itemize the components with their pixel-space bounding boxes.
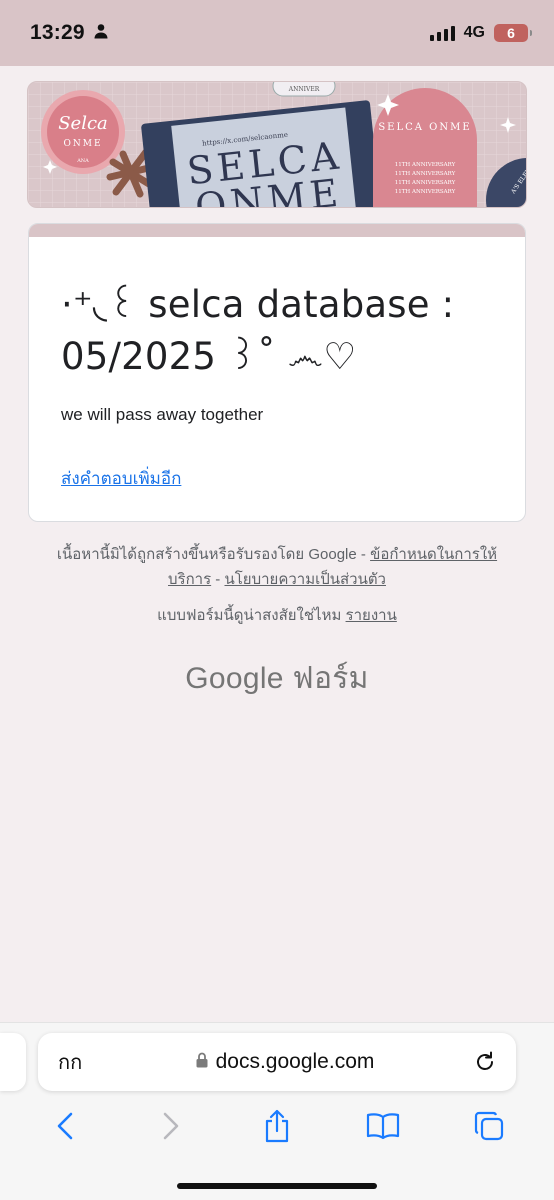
- person-icon: [93, 23, 109, 44]
- status-bar: 13:29 4G 6: [0, 0, 554, 66]
- disclaimer-label: เนื้อหานี้มิได้ถูกสร้างขึ้นหรือรับรองโดย…: [56, 546, 371, 563]
- cellular-signal-icon: [429, 25, 455, 41]
- svg-text:Selca: Selca: [58, 113, 108, 134]
- tabs-icon[interactable]: [461, 1104, 517, 1148]
- form-title: ·⁺◟꒰ selca database : 05/2025 ꒱˚ ෴♡: [61, 283, 455, 378]
- submit-another-link[interactable]: ส่งคำตอบเพิ่มอีก: [61, 465, 181, 492]
- svg-text:11TH ANNIVERSARY: 11TH ANNIVERSARY: [395, 180, 456, 186]
- svg-text:ANNIVER: ANNIVER: [288, 86, 320, 93]
- svg-text:11TH ANNIVERSARY: 11TH ANNIVERSARY: [395, 171, 456, 177]
- status-time: 13:29: [30, 21, 85, 44]
- reload-icon[interactable]: [472, 1049, 498, 1075]
- form-card: ·⁺◟꒰ selca database : 05/2025 ꒱˚ ෴♡ we w…: [28, 223, 526, 522]
- card-accent-bar: [29, 224, 525, 237]
- forms-logo-text: ฟอร์ม: [283, 662, 369, 695]
- battery-level: 6: [507, 25, 515, 41]
- privacy-link[interactable]: นโยบายความเป็นส่วนตัว: [224, 571, 386, 588]
- report-link[interactable]: รายงาน: [346, 607, 397, 624]
- report-question: แบบฟอร์มนี้ดูน่าสงสัยใช่ไหม: [157, 607, 346, 624]
- previous-tab-edge[interactable]: [0, 1033, 26, 1091]
- share-icon[interactable]: [249, 1104, 305, 1148]
- form-header-banner: Selca ONME ANA https://x.com/selcaonme S…: [27, 81, 527, 208]
- forward-icon[interactable]: [143, 1104, 199, 1148]
- svg-text:11TH ANNIVERSARY: 11TH ANNIVERSARY: [395, 189, 456, 195]
- network-type: 4G: [463, 24, 485, 41]
- battery-icon: 6: [494, 24, 532, 42]
- disclaimer-text: เนื้อหานี้มิได้ถูกสร้างขึ้นหรือรับรองโดย…: [40, 542, 514, 592]
- lock-icon: [196, 1052, 208, 1073]
- bookmarks-icon[interactable]: [355, 1104, 411, 1148]
- svg-text:11TH ANNIVERSARY: 11TH ANNIVERSARY: [395, 162, 456, 168]
- address-bar[interactable]: กก docs.google.com: [38, 1033, 516, 1091]
- form-description: we will pass away together: [61, 405, 264, 424]
- form-footer: เนื้อหานี้มิได้ถูกสร้างขึ้นหรือรับรองโดย…: [40, 542, 514, 628]
- svg-text:SELCA ONME: SELCA ONME: [378, 122, 471, 133]
- browser-toolbar: [0, 1100, 554, 1152]
- back-icon[interactable]: [37, 1104, 93, 1148]
- text-size-button[interactable]: กก: [58, 1046, 98, 1078]
- footer-separator: -: [211, 571, 225, 588]
- home-indicator: [177, 1183, 377, 1189]
- google-forms-logo: Google ฟอร์ม: [0, 655, 554, 702]
- url-text: docs.google.com: [215, 1050, 375, 1073]
- svg-text:ONME: ONME: [63, 139, 102, 149]
- google-logo-text: Google: [185, 662, 284, 695]
- svg-text:ANA: ANA: [76, 158, 89, 164]
- report-line: แบบฟอร์มนี้ดูน่าสงสัยใช่ไหม รายงาน: [40, 603, 514, 628]
